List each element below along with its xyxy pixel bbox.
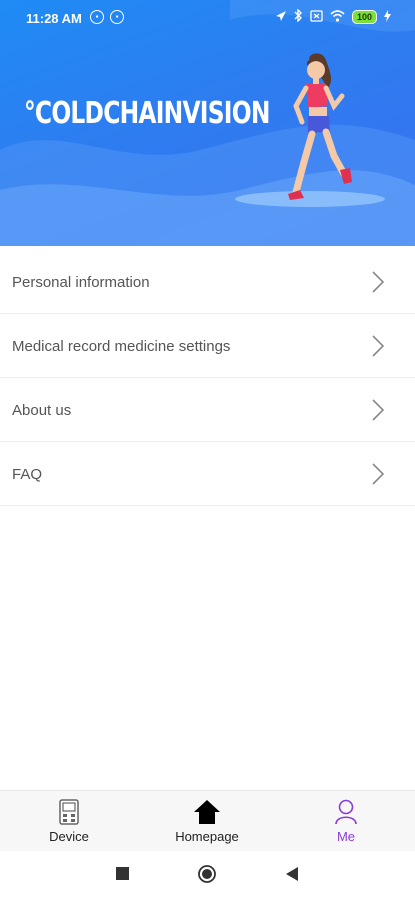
battery-icon: 100: [351, 10, 377, 24]
home-icon: [194, 800, 220, 824]
status-time: 11:28 AM: [26, 11, 82, 26]
chevron-right-icon: [372, 463, 385, 485]
charging-icon: [384, 9, 391, 25]
app-icon: ▪: [90, 10, 104, 24]
home-nav-icon[interactable]: [198, 865, 216, 883]
settings-menu: Personal information Medical record medi…: [0, 250, 415, 506]
status-bar: 11:28 AM ▪ ▪ 100: [0, 0, 415, 36]
tab-device[interactable]: Device: [19, 791, 119, 851]
tab-me[interactable]: Me: [296, 791, 396, 851]
tab-homepage-label: Homepage: [175, 829, 239, 844]
menu-item-label: About us: [12, 402, 72, 419]
runner-illustration: [288, 53, 352, 200]
menu-item-medical-record-medicine-settings[interactable]: Medical record medicine settings: [0, 314, 415, 378]
recent-apps-icon[interactable]: [116, 867, 129, 880]
wifi-icon: [330, 9, 345, 25]
header-banner: 11:28 AM ▪ ▪ 100 °COLDCHAINVISION: [0, 0, 415, 246]
chevron-right-icon: [372, 335, 385, 357]
sim-icon: [310, 9, 323, 25]
person-icon: [335, 799, 357, 825]
location-icon: [275, 10, 287, 25]
menu-item-faq[interactable]: FAQ: [0, 442, 415, 506]
menu-item-personal-information[interactable]: Personal information: [0, 250, 415, 314]
menu-item-about-us[interactable]: About us: [0, 378, 415, 442]
menu-item-label: Personal information: [12, 274, 150, 291]
chevron-right-icon: [372, 271, 385, 293]
device-icon: [59, 799, 79, 825]
chevron-right-icon: [372, 399, 385, 421]
system-navigation-bar: [0, 851, 415, 900]
tab-me-label: Me: [336, 829, 356, 844]
bottom-tab-bar: Device Homepage Me: [0, 790, 415, 851]
tab-homepage[interactable]: Homepage: [157, 791, 257, 851]
tab-device-label: Device: [49, 829, 89, 844]
menu-item-label: Medical record medicine settings: [12, 338, 231, 355]
back-icon[interactable]: [286, 867, 298, 881]
app-icon-2: ▪: [110, 10, 124, 24]
bluetooth-icon: [294, 8, 303, 25]
menu-item-label: FAQ: [12, 466, 43, 483]
